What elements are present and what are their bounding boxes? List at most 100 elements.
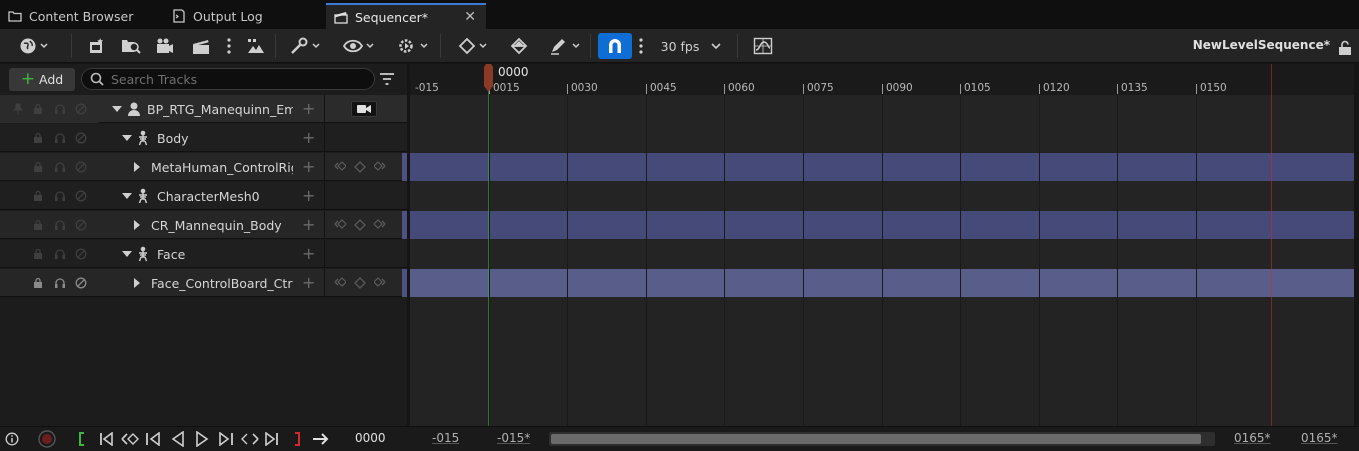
jump-to-end-button[interactable] (265, 431, 279, 447)
previous-key-icon[interactable] (334, 277, 346, 289)
mute-icon[interactable] (75, 103, 87, 115)
edit-mode-button[interactable] (546, 35, 582, 57)
lock-icon[interactable] (33, 219, 43, 231)
collapse-arrow-icon[interactable] (122, 192, 132, 200)
lock-sequence-button[interactable] (1337, 37, 1353, 59)
previous-key-button[interactable] (121, 431, 139, 447)
time-ruler[interactable]: -015 0015 0030 0045 0060 0075 0090 0105 0120 0135… (410, 64, 1354, 95)
add-subtrack-button[interactable]: + (302, 246, 315, 262)
set-start-button[interactable] (76, 431, 86, 447)
mute-icon[interactable] (75, 132, 87, 144)
solo-icon[interactable] (54, 248, 66, 260)
track-row[interactable]: Body + (0, 124, 407, 152)
camera-lock-button[interactable] (351, 101, 377, 117)
track-row[interactable]: BP_RTG_Manequinn_Emory + (0, 95, 407, 123)
loop-mode-button[interactable] (312, 431, 330, 447)
view-range-start[interactable]: -015 (432, 431, 459, 445)
solo-icon[interactable] (54, 161, 66, 173)
mute-icon[interactable] (75, 219, 87, 231)
add-subtrack-button[interactable]: + (302, 217, 315, 233)
expand-arrow-icon[interactable] (133, 278, 141, 288)
tab-sequencer[interactable]: Sequencer* ✕ (326, 3, 486, 29)
cinematic-button[interactable] (190, 35, 212, 57)
current-frame-field[interactable]: 0000 (355, 431, 386, 445)
playhead-handle[interactable] (483, 64, 494, 92)
add-key-icon[interactable] (354, 219, 366, 231)
curve-editor-button[interactable] (752, 35, 774, 57)
scrollbar-thumb[interactable] (551, 434, 1201, 444)
play-button[interactable] (195, 431, 209, 447)
solo-icon[interactable] (54, 219, 66, 231)
tab-output-log[interactable]: Output Log (164, 3, 324, 29)
add-track-button[interactable]: + Add (9, 68, 75, 91)
frame-rate-dropdown[interactable]: 30 fps (660, 35, 722, 57)
lock-icon[interactable] (33, 190, 43, 202)
set-end-button[interactable] (293, 431, 303, 447)
previous-key-icon[interactable] (334, 161, 346, 173)
lock-icon[interactable] (33, 103, 43, 115)
find-in-browser-button[interactable] (120, 35, 142, 57)
view-options-button[interactable] (340, 35, 376, 57)
track-row[interactable]: Face_ControlBoard_CtrlRig + (0, 269, 407, 297)
solo-icon[interactable] (54, 132, 66, 144)
previous-key-icon[interactable] (334, 219, 346, 231)
save-button[interactable] (87, 35, 107, 57)
mute-icon[interactable] (75, 190, 87, 202)
tab-content-browser[interactable]: Content Browser (0, 3, 163, 29)
solo-icon[interactable] (54, 190, 66, 202)
mute-icon[interactable] (75, 248, 87, 260)
working-range-start[interactable]: -015* (497, 431, 530, 445)
step-forward-button[interactable] (218, 431, 234, 447)
render-movie-button[interactable] (154, 35, 176, 57)
lock-icon[interactable] (33, 161, 43, 173)
next-key-icon[interactable] (374, 161, 386, 173)
snap-options-button[interactable] (636, 35, 646, 57)
tools-menu-button[interactable] (286, 35, 322, 57)
track-row[interactable]: Face + (0, 240, 407, 268)
lock-icon[interactable] (33, 248, 43, 260)
snap-toggle-button[interactable] (598, 33, 632, 59)
add-key-icon[interactable] (354, 161, 366, 173)
playback-end-marker[interactable] (1271, 64, 1272, 426)
next-key-button[interactable] (241, 431, 259, 447)
next-key-icon[interactable] (374, 219, 386, 231)
solo-icon[interactable] (54, 103, 66, 115)
more-options-button[interactable] (224, 35, 234, 57)
add-subtrack-button[interactable]: + (302, 275, 315, 291)
pin-icon[interactable] (13, 103, 23, 115)
add-key-icon[interactable] (354, 277, 366, 289)
filter-button[interactable] (379, 72, 395, 86)
add-key-button[interactable] (508, 35, 530, 57)
record-button[interactable] (37, 430, 57, 448)
add-subtrack-button[interactable]: + (302, 188, 315, 204)
info-button[interactable] (5, 431, 19, 447)
play-reverse-button[interactable] (171, 431, 185, 447)
playhead-line[interactable] (488, 64, 489, 426)
camera-cut-button[interactable] (245, 35, 267, 57)
add-subtrack-button[interactable]: + (302, 101, 315, 117)
solo-icon[interactable] (54, 277, 66, 289)
lock-icon[interactable] (33, 277, 43, 289)
add-subtrack-button[interactable]: + (302, 130, 315, 146)
track-row[interactable]: CR_Mannequin_Body + (0, 211, 407, 239)
timeline-area[interactable]: -015 0015 0030 0045 0060 0075 0090 0105 0120 0135… (410, 64, 1354, 426)
add-subtrack-button[interactable]: + (302, 159, 315, 175)
track-row[interactable]: MetaHuman_ControlRig + (0, 153, 407, 181)
collapse-arrow-icon[interactable] (122, 134, 132, 142)
step-back-button[interactable] (145, 431, 161, 447)
mute-icon[interactable] (75, 277, 87, 289)
collapse-arrow-icon[interactable] (122, 250, 132, 258)
jump-to-start-button[interactable] (99, 431, 113, 447)
track-row[interactable]: CharacterMesh0 + (0, 182, 407, 210)
next-key-icon[interactable] (374, 277, 386, 289)
view-range-end[interactable]: 0165* (1301, 431, 1338, 445)
mute-icon[interactable] (75, 161, 87, 173)
world-settings-button[interactable] (14, 35, 52, 57)
key-interpolation-button[interactable] (454, 35, 490, 57)
close-icon[interactable]: ✕ (464, 9, 476, 25)
search-input[interactable] (111, 71, 351, 87)
collapse-arrow-icon[interactable] (112, 105, 122, 113)
search-tracks-field[interactable] (81, 68, 375, 90)
lock-icon[interactable] (33, 132, 43, 144)
working-range-end[interactable]: 0165* (1234, 431, 1271, 445)
